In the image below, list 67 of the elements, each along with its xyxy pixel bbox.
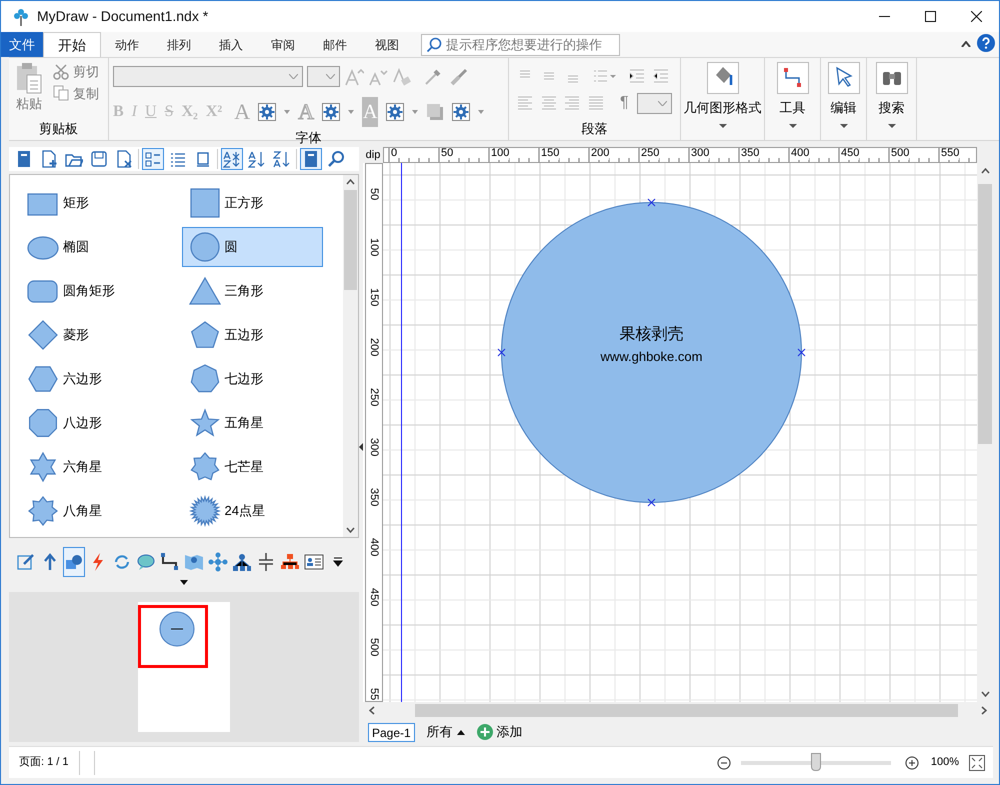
ruler-label: 50	[440, 148, 454, 160]
shape-item[interactable]: 八边形	[20, 403, 161, 443]
zoom-percentage: 100%	[930, 755, 959, 770]
shape-text: www.ghboke.com	[600, 348, 702, 366]
shape-item[interactable]: 五角星	[182, 403, 322, 443]
ruler-label: 200	[368, 338, 380, 356]
paste-button[interactable]: 粘贴	[9, 62, 49, 118]
search-field[interactable]: 提示程序您想要进行的操作	[421, 34, 620, 56]
page-count: 页面: 1 / 1	[18, 755, 70, 770]
ruler-label: 450	[368, 588, 380, 606]
window-title: MyDraw - Document1.ndx *	[37, 7, 208, 26]
shape-item[interactable]: 正方形	[182, 183, 322, 223]
ribbon-tab[interactable]: 动作	[101, 32, 153, 57]
ruler-label: 450	[840, 148, 860, 160]
file-tab[interactable]: 文件	[1, 32, 43, 57]
shape-item[interactable]: 菱形	[20, 315, 161, 355]
ruler-label: 400	[790, 148, 810, 160]
shape-item[interactable]: 六边形	[20, 359, 161, 399]
ruler-label: 50	[368, 188, 380, 200]
ribbon-tab[interactable]: 邮件	[309, 32, 361, 57]
ruler-label: 100	[490, 148, 510, 160]
ribbon-button[interactable]: 搜索	[876, 62, 908, 140]
page-tab[interactable]: Page-1	[368, 722, 415, 742]
ruler-label: 55	[368, 688, 380, 700]
ruler-label: 150	[540, 148, 560, 160]
ribbon-tab[interactable]: 视图	[361, 32, 413, 57]
ruler-label: 200	[590, 148, 610, 160]
ribbon-button[interactable]: 工具	[776, 62, 808, 140]
shape-item[interactable]: 圆	[182, 227, 322, 267]
group-label: 段落	[580, 120, 608, 138]
shape-item[interactable]: 矩形	[20, 183, 161, 223]
shape-item[interactable]: 五边形	[182, 315, 322, 355]
ruler-label: 500	[890, 148, 910, 160]
drawing-canvas[interactable]: 果核剥壳 www.ghboke.com	[383, 163, 977, 702]
ruler-label: 350	[740, 148, 760, 160]
ruler-label: 300	[690, 148, 710, 160]
copy-button[interactable]: 复制	[53, 84, 99, 103]
ruler-label: 350	[368, 488, 380, 506]
shape-text: 果核剥壳	[620, 324, 684, 345]
page-filter-dropdown[interactable]: 所有	[426, 722, 465, 742]
shape-item[interactable]: 八角星	[20, 491, 161, 531]
ruler-label: 500	[368, 638, 380, 656]
shape-item[interactable]: 24点星	[182, 491, 322, 531]
ribbon-tab[interactable]: 开始	[43, 32, 101, 57]
ruler-unit: dip	[363, 147, 383, 163]
cut-button[interactable]: 剪切	[53, 62, 99, 82]
ruler-label: 100	[368, 238, 380, 256]
ruler-label: 300	[368, 438, 380, 456]
ribbon-button[interactable]: 几何图形格式	[684, 62, 762, 140]
shape-item[interactable]: 椭圆	[20, 227, 161, 267]
ruler-label: 250	[640, 148, 660, 160]
ruler-label: 150	[368, 288, 380, 306]
ribbon-tab[interactable]: 排列	[153, 32, 205, 57]
shape-item[interactable]: 七边形	[182, 359, 322, 399]
ribbon-tab[interactable]: 审阅	[257, 32, 309, 57]
shape-item[interactable]: 圆角矩形	[20, 271, 161, 311]
ruler-label: 400	[368, 538, 380, 556]
group-label: 剪贴板	[38, 120, 79, 138]
ruler-label: 250	[368, 388, 380, 406]
ribbon-button[interactable]: 编辑	[828, 62, 860, 140]
shape-item[interactable]: 六角星	[20, 447, 161, 487]
shape-item[interactable]: 三角形	[182, 271, 322, 311]
ruler-label: 550	[940, 148, 960, 160]
add-page-button[interactable]: 添加	[476, 722, 523, 742]
shape-item[interactable]: 七芒星	[182, 447, 322, 487]
group-label: 字体	[294, 129, 322, 147]
ribbon-tab[interactable]: 插入	[205, 32, 257, 57]
